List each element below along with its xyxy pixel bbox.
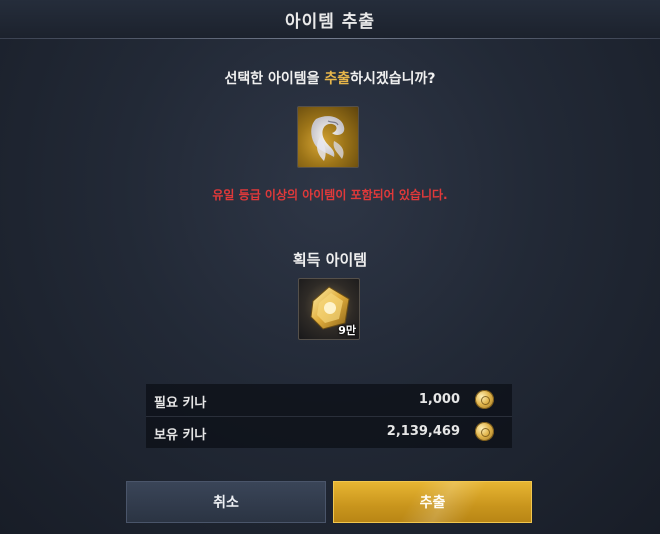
- owned-kinah-label: 보유 키나: [154, 428, 207, 443]
- kinah-coin-icon: [475, 422, 494, 441]
- required-kinah-label: 필요 키나: [154, 396, 207, 411]
- source-item-slot[interactable]: [297, 106, 359, 168]
- dialog-header: 아이템 추출: [0, 0, 660, 39]
- acquired-item-slot[interactable]: 9만: [298, 278, 360, 340]
- required-kinah-value: 1,000: [418, 392, 460, 407]
- kinah-cost-panel: 필요 키나 1,000 보유 키나 2,139,469: [146, 384, 512, 448]
- required-kinah-row: 필요 키나 1,000: [146, 384, 512, 417]
- cancel-button[interactable]: 취소: [126, 481, 326, 523]
- owned-kinah-row: 보유 키나 2,139,469: [146, 416, 512, 448]
- extract-button-label: 추출: [419, 495, 446, 511]
- acquired-items-title: 획득 아이템: [292, 251, 368, 269]
- dialog-title: 아이템 추출: [284, 11, 376, 32]
- question-text-after: 하시겠습니까?: [350, 71, 436, 87]
- owned-kinah-value: 2,139,469: [386, 424, 460, 439]
- confirm-question: 선택한 아이템을 추출하시겠습니까?: [0, 68, 660, 88]
- white-fox-feather-icon: [311, 116, 345, 161]
- header-divider: [0, 38, 660, 39]
- kinah-coin-icon: [475, 390, 494, 409]
- item-count: 9만: [338, 324, 356, 337]
- cancel-button-label: 취소: [213, 495, 239, 511]
- question-text-before: 선택한 아이템을: [224, 71, 325, 87]
- grade-warning: 유일 등급 이상의 아이템이 포함되어 있습니다.: [212, 188, 448, 202]
- extract-button[interactable]: 추출: [333, 481, 532, 523]
- question-highlight: 추출: [324, 71, 351, 87]
